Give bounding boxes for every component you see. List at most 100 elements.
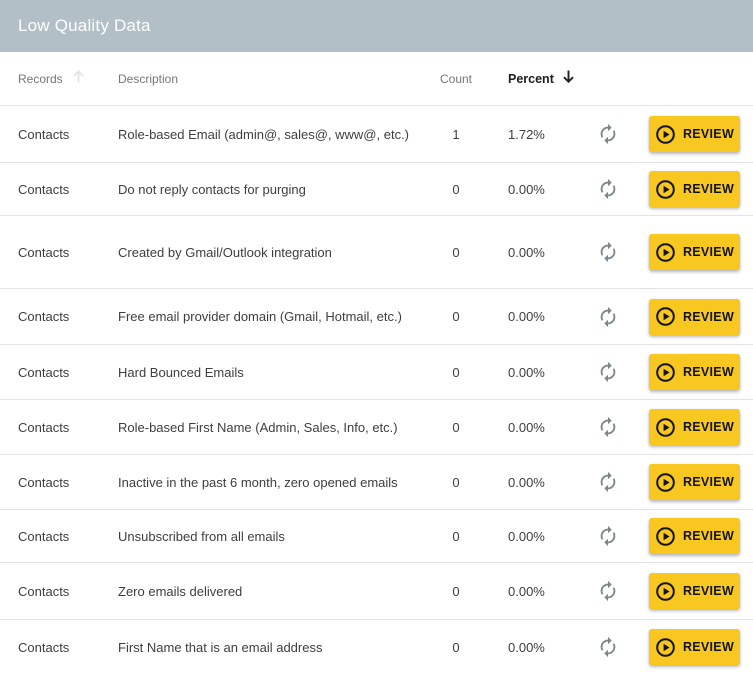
review-button-label: REVIEW bbox=[682, 584, 735, 598]
count-cell: 0 bbox=[452, 583, 460, 599]
records-cell: Contacts bbox=[18, 309, 70, 324]
percent-cell: 0.00% bbox=[508, 528, 545, 544]
count-cell: 0 bbox=[452, 309, 460, 324]
count-cell: 0 bbox=[452, 181, 460, 197]
column-header-description[interactable]: Description bbox=[118, 70, 430, 88]
review-button-label: REVIEW bbox=[682, 182, 735, 196]
description-column-label: Description bbox=[118, 71, 179, 86]
description-cell: Created by Gmail/Outlook integration bbox=[118, 244, 332, 260]
records-cell: Contacts bbox=[18, 126, 70, 142]
sync-icon bbox=[600, 580, 615, 602]
table-row: Contacts Hard Bounced Emails 0 0.00% REV… bbox=[0, 345, 753, 400]
play-circle-icon bbox=[655, 417, 676, 438]
column-header-percent[interactable]: Percent bbox=[482, 69, 574, 89]
count-cell: 0 bbox=[452, 244, 460, 260]
count-cell: 0 bbox=[452, 474, 460, 490]
records-cell: Contacts bbox=[18, 528, 70, 544]
review-button-label: REVIEW bbox=[682, 309, 735, 324]
review-button[interactable]: REVIEW bbox=[649, 573, 740, 609]
review-button-label: REVIEW bbox=[682, 529, 735, 543]
review-button-label: REVIEW bbox=[682, 245, 735, 259]
percent-cell: 0.00% bbox=[508, 474, 545, 490]
review-button[interactable]: REVIEW bbox=[649, 234, 740, 270]
table-row: Contacts Free email provider domain (Gma… bbox=[0, 289, 753, 345]
table-row: Contacts First Name that is an email add… bbox=[0, 620, 753, 674]
refresh-button[interactable] bbox=[593, 302, 623, 332]
review-button-label: REVIEW bbox=[682, 420, 735, 434]
sync-icon bbox=[600, 361, 615, 383]
play-circle-icon bbox=[655, 124, 676, 145]
play-circle-icon bbox=[655, 306, 676, 327]
percent-column-label: Percent bbox=[508, 71, 554, 86]
description-cell: Hard Bounced Emails bbox=[118, 364, 244, 380]
review-button-label: REVIEW bbox=[682, 640, 735, 654]
refresh-button[interactable] bbox=[593, 357, 623, 387]
count-cell: 0 bbox=[452, 639, 460, 655]
sync-icon bbox=[600, 178, 615, 200]
description-cell: Role-based Email (admin@, sales@, www@, … bbox=[118, 126, 410, 142]
records-cell: Contacts bbox=[18, 244, 70, 260]
table-row: Contacts Inactive in the past 6 month, z… bbox=[0, 455, 753, 510]
table-row: Contacts Role-based First Name (Admin, S… bbox=[0, 400, 753, 455]
table-body: Contacts Role-based Email (admin@, sales… bbox=[0, 106, 753, 674]
column-header-records[interactable]: Records bbox=[0, 69, 118, 89]
review-button-label: REVIEW bbox=[682, 127, 735, 141]
records-cell: Contacts bbox=[18, 639, 70, 655]
review-button[interactable]: REVIEW bbox=[649, 171, 740, 207]
panel-title: Low Quality Data bbox=[18, 16, 151, 35]
play-circle-icon bbox=[655, 472, 676, 493]
play-circle-icon bbox=[655, 526, 676, 547]
description-cell: Zero emails delivered bbox=[118, 583, 243, 599]
play-circle-icon bbox=[655, 637, 676, 658]
description-cell: Role-based First Name (Admin, Sales, Inf… bbox=[118, 419, 398, 435]
table-row: Contacts Created by Gmail/Outlook integr… bbox=[0, 216, 753, 289]
review-button[interactable]: REVIEW bbox=[649, 629, 740, 665]
review-button-label: REVIEW bbox=[682, 475, 735, 489]
review-button[interactable]: REVIEW bbox=[649, 298, 740, 335]
percent-cell: 0.00% bbox=[508, 309, 545, 324]
review-button[interactable]: REVIEW bbox=[649, 409, 740, 445]
percent-cell: 0.00% bbox=[508, 181, 545, 197]
refresh-button[interactable] bbox=[593, 174, 623, 204]
percent-cell: 0.00% bbox=[508, 419, 545, 435]
play-circle-icon bbox=[655, 242, 676, 263]
table-row: Contacts Unsubscribed from all emails 0 … bbox=[0, 510, 753, 563]
records-column-label: Records bbox=[18, 71, 63, 86]
records-cell: Contacts bbox=[18, 181, 70, 197]
review-button[interactable]: REVIEW bbox=[649, 518, 740, 554]
review-button[interactable]: REVIEW bbox=[649, 116, 740, 152]
refresh-button[interactable] bbox=[593, 632, 623, 662]
count-cell: 0 bbox=[452, 419, 460, 435]
review-button[interactable]: REVIEW bbox=[649, 464, 740, 500]
percent-cell: 0.00% bbox=[508, 639, 545, 655]
sync-icon bbox=[600, 636, 615, 658]
table-row: Contacts Do not reply contacts for purgi… bbox=[0, 163, 753, 216]
play-circle-icon bbox=[655, 581, 676, 602]
sync-icon bbox=[600, 123, 615, 145]
refresh-button[interactable] bbox=[593, 467, 623, 497]
refresh-button[interactable] bbox=[593, 412, 623, 442]
sync-icon bbox=[600, 241, 615, 263]
records-cell: Contacts bbox=[18, 419, 70, 435]
description-cell: First Name that is an email address bbox=[118, 639, 323, 655]
panel-titlebar: Low Quality Data bbox=[0, 0, 753, 52]
play-circle-icon bbox=[655, 362, 676, 383]
refresh-button[interactable] bbox=[593, 237, 623, 267]
count-cell: 0 bbox=[452, 364, 460, 380]
refresh-button[interactable] bbox=[593, 119, 623, 149]
description-cell: Do not reply contacts for purging bbox=[118, 181, 306, 197]
table-row: Contacts Role-based Email (admin@, sales… bbox=[0, 106, 753, 163]
review-button[interactable]: REVIEW bbox=[649, 354, 740, 390]
refresh-button[interactable] bbox=[593, 576, 623, 606]
percent-cell: 1.72% bbox=[508, 126, 545, 142]
refresh-button[interactable] bbox=[593, 521, 623, 551]
column-header-count[interactable]: Count bbox=[430, 70, 482, 88]
sync-icon bbox=[600, 525, 615, 547]
arrow-down-icon bbox=[561, 69, 576, 89]
count-column-label: Count bbox=[439, 71, 473, 86]
description-cell: Inactive in the past 6 month, zero opene… bbox=[118, 474, 398, 490]
table-header-row: Records Description Count Percent bbox=[0, 52, 753, 106]
arrow-up-icon bbox=[71, 69, 86, 89]
percent-cell: 0.00% bbox=[508, 244, 545, 260]
records-cell: Contacts bbox=[18, 583, 70, 599]
